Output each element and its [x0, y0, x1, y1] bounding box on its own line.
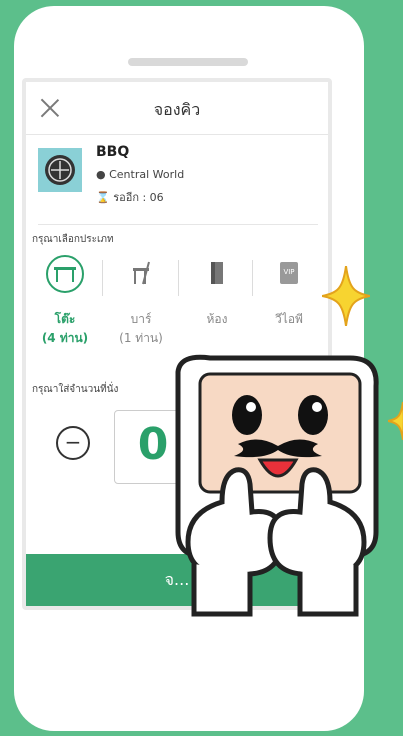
- shop-card: BBQ ● Central World ⌛ รออีก : 06: [38, 144, 318, 225]
- vip-icon: VIP: [280, 262, 298, 284]
- queue-status: ⌛ รออีก : 06: [96, 188, 164, 206]
- bar-stool-icon: [133, 261, 150, 285]
- grill-icon: [38, 148, 82, 192]
- svg-text:VIP: VIP: [283, 268, 294, 276]
- seat-type-selector: โต๊ะ (4 ท่าน) บาร์ (1 ท่าน) ห้อง VIP วีไ…: [30, 250, 324, 360]
- type-vip-label: วีไอพี: [275, 312, 303, 326]
- location-text: Central World: [109, 168, 185, 181]
- type-table-sub: (4 ท่าน): [41, 331, 89, 345]
- mascot-illustration: [175, 354, 379, 617]
- divider: [102, 260, 103, 296]
- door-icon: [211, 262, 223, 284]
- sparkle-icon: [322, 266, 370, 326]
- hourglass-icon: ⌛: [96, 191, 110, 204]
- type-room-label: ห้อง: [206, 312, 228, 326]
- type-table[interactable]: โต๊ะ (4 ท่าน): [30, 250, 100, 350]
- type-bar-label: บาร์: [130, 312, 152, 326]
- divider: [178, 260, 179, 296]
- select-type-label: กรุณาเลือกประเภท: [32, 234, 114, 245]
- table-icon: [46, 255, 84, 293]
- seat-count-label: กรุณาใส่จำนวนที่นั่ง: [32, 384, 119, 395]
- type-room[interactable]: ห้อง: [182, 250, 252, 350]
- phone-speaker: [128, 58, 248, 66]
- type-bar[interactable]: บาร์ (1 ท่าน): [106, 250, 176, 350]
- queue-text: รออีก : 06: [113, 191, 164, 204]
- shop-location: ● Central World: [96, 168, 184, 181]
- divider: [252, 260, 253, 296]
- shop-name: BBQ: [96, 144, 130, 160]
- location-pin-icon: ●: [96, 168, 106, 181]
- type-bar-sub: (1 ท่าน): [119, 331, 163, 345]
- decrement-button[interactable]: −: [56, 426, 90, 460]
- type-table-label: โต๊ะ: [54, 312, 76, 326]
- type-vip[interactable]: VIP วีไอพี: [254, 250, 324, 350]
- header: จองคิว: [26, 82, 328, 135]
- page-title: จองคิว: [153, 100, 201, 119]
